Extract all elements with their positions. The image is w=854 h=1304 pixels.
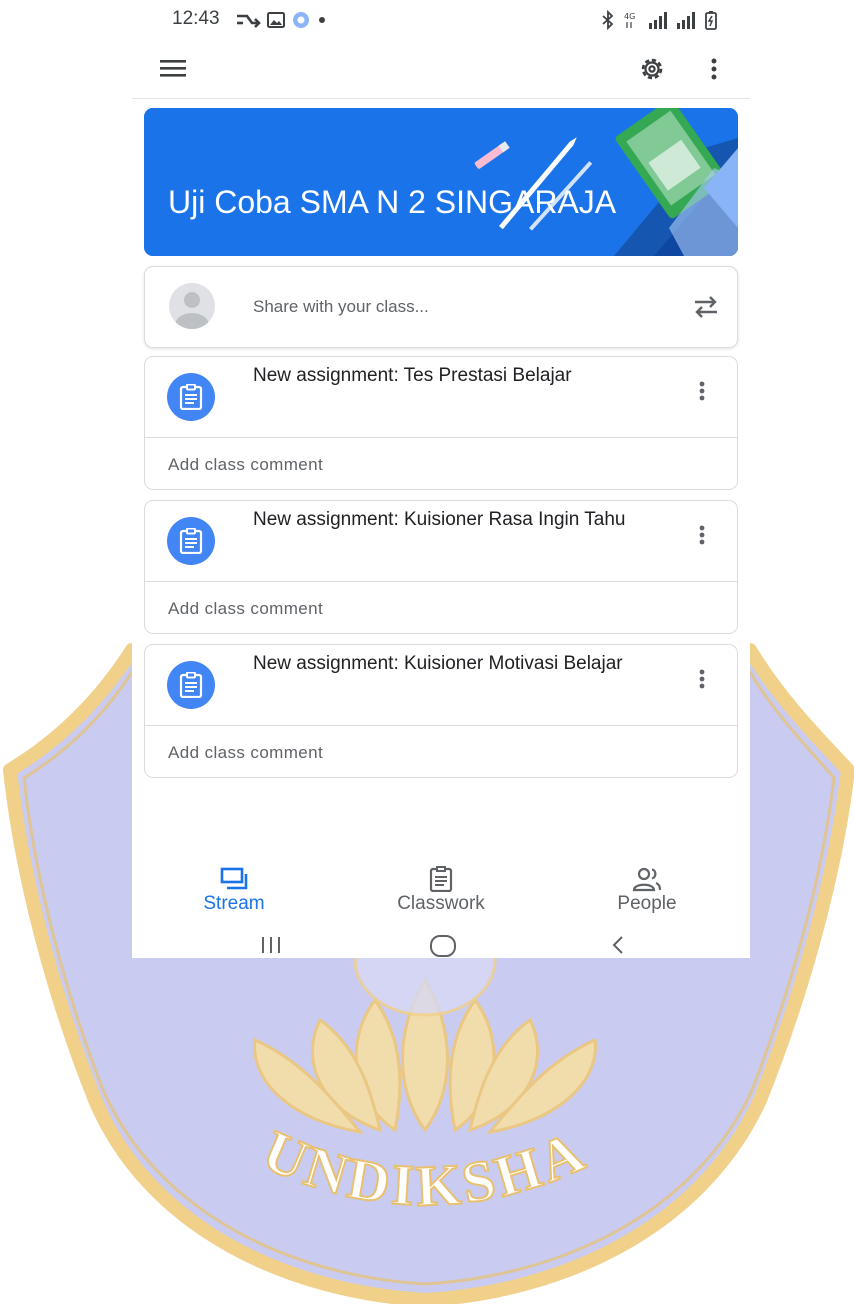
status-system-icons: 4G xyxy=(600,10,718,30)
add-class-comment[interactable]: Add class comment xyxy=(168,599,323,619)
tab-classwork[interactable]: Classwork xyxy=(361,856,521,924)
clipboard-icon xyxy=(179,528,203,554)
assignment-icon xyxy=(167,373,215,421)
bluetooth-icon xyxy=(602,10,614,30)
dot-status-icon xyxy=(319,17,325,23)
stream-icon xyxy=(220,867,248,890)
assignment-icon xyxy=(167,517,215,565)
assignment-card[interactable]: New assignment: Kuisioner Rasa Ingin Tah… xyxy=(144,500,738,634)
class-title: Uji Coba SMA N 2 SINGARAJA xyxy=(168,184,617,220)
banner-illustration xyxy=(144,108,738,256)
phone-screen: 12:43 4G Uji Coba SMA N 2 SINGARAJA Shar… xyxy=(132,0,750,958)
system-navigation-bar xyxy=(132,924,750,958)
network-4g-icon: 4G xyxy=(624,12,635,28)
class-banner[interactable]: Uji Coba SMA N 2 SINGARAJA xyxy=(144,108,738,256)
menu-icon[interactable] xyxy=(160,58,186,78)
share-card[interactable]: Share with your class... xyxy=(144,266,738,348)
tab-stream-label: Stream xyxy=(203,893,265,914)
battery-icon xyxy=(705,11,717,30)
status-time: 12:43 xyxy=(172,8,220,29)
tab-people-label: People xyxy=(617,893,677,914)
gear-icon[interactable] xyxy=(637,54,667,84)
signal-icon-2 xyxy=(677,12,695,29)
clipboard-icon xyxy=(179,672,203,698)
status-bar: 12:43 4G xyxy=(132,0,750,40)
repost-icon[interactable] xyxy=(691,293,721,321)
app-status-icon xyxy=(293,12,309,28)
assignment-title: New assignment: Tes Prestasi Belajar xyxy=(253,365,572,386)
assignment-header[interactable]: New assignment: Tes Prestasi Belajar xyxy=(145,357,737,438)
signal-icon xyxy=(649,12,667,29)
add-class-comment[interactable]: Add class comment xyxy=(168,743,323,763)
assignment-header[interactable]: New assignment: Kuisioner Motivasi Belaj… xyxy=(145,645,737,726)
people-icon xyxy=(632,867,662,892)
share-input[interactable]: Share with your class... xyxy=(253,297,429,317)
more-vert-icon[interactable] xyxy=(693,377,711,405)
avatar-person-icon xyxy=(175,292,209,329)
add-class-comment[interactable]: Add class comment xyxy=(168,455,323,475)
assignment-card[interactable]: New assignment: Tes Prestasi Belajar Add… xyxy=(144,356,738,490)
assignment-title: New assignment: Kuisioner Motivasi Belaj… xyxy=(253,653,623,674)
back-icon[interactable] xyxy=(604,932,634,958)
clipboard-icon xyxy=(179,384,203,410)
gallery-status-icon xyxy=(267,12,285,28)
tab-stream[interactable]: Stream xyxy=(154,856,314,924)
more-vert-icon[interactable] xyxy=(693,665,711,693)
app-bar xyxy=(132,40,750,99)
tab-classwork-label: Classwork xyxy=(397,893,485,914)
assignment-card[interactable]: New assignment: Kuisioner Motivasi Belaj… xyxy=(144,644,738,778)
svg-text:4G: 4G xyxy=(624,12,635,21)
assignment-icon xyxy=(167,661,215,709)
assignment-title: New assignment: Kuisioner Rasa Ingin Tah… xyxy=(253,509,626,530)
home-icon[interactable] xyxy=(428,932,458,958)
recent-apps-icon[interactable] xyxy=(256,932,286,958)
status-notification-icons xyxy=(235,10,327,30)
bottom-navigation: Stream Classwork People xyxy=(132,856,750,924)
more-vert-icon[interactable] xyxy=(693,521,711,549)
more-vert-icon[interactable] xyxy=(704,54,724,84)
assignment-header[interactable]: New assignment: Kuisioner Rasa Ingin Tah… xyxy=(145,501,737,582)
avatar xyxy=(169,283,215,329)
classwork-icon xyxy=(429,866,453,892)
repost-status-icon xyxy=(237,14,261,28)
tab-people[interactable]: People xyxy=(567,856,727,924)
